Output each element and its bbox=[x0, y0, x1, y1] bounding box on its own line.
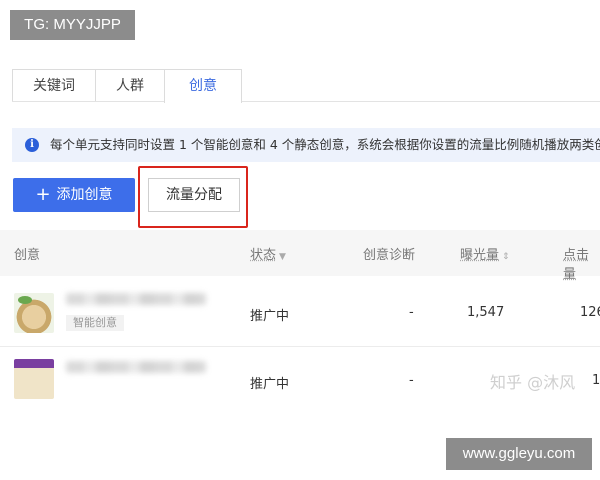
tab-audience[interactable]: 人群 bbox=[95, 69, 165, 101]
tab-bar: 关键词 人群 创意 bbox=[12, 69, 600, 103]
smart-creative-tag: 智能创意 bbox=[66, 315, 124, 331]
plus-icon: + bbox=[35, 184, 51, 205]
tab-divider bbox=[12, 101, 600, 102]
add-creative-button[interactable]: + 添加创意 bbox=[13, 178, 135, 212]
table-header: 创意 状态 ▼ 创意诊断 曝光量 ⇕ 点击量 bbox=[0, 230, 600, 282]
clicks-cell: 1 bbox=[592, 373, 600, 388]
filter-icon[interactable]: ▼ bbox=[279, 252, 286, 262]
add-creative-label: 添加创意 bbox=[56, 187, 113, 203]
sort-icon[interactable]: ⇕ bbox=[502, 252, 510, 262]
creative-title-blurred bbox=[66, 361, 206, 373]
watermark-top: TG: MYYJJPP bbox=[10, 10, 135, 40]
zhihu-watermark: 知乎 @沐风 bbox=[490, 373, 576, 392]
table-row: 智能创意 推广中 - 1,547 126 bbox=[0, 277, 600, 347]
header-status[interactable]: 状态 ▼ bbox=[250, 244, 286, 263]
highlight-box bbox=[138, 166, 248, 228]
status-cell: 推广中 bbox=[250, 309, 290, 324]
watermark-bottom: www.ggleyu.com bbox=[446, 438, 592, 470]
diagnosis-cell: - bbox=[409, 305, 414, 320]
clicks-cell: 126 bbox=[580, 305, 600, 320]
impressions-cell: 1,547 bbox=[467, 305, 505, 320]
header-creative: 创意 bbox=[14, 248, 41, 263]
info-icon: i bbox=[25, 138, 39, 152]
creative-thumbnail[interactable] bbox=[14, 359, 54, 399]
header-impressions[interactable]: 曝光量 ⇕ bbox=[460, 244, 510, 263]
diagnosis-cell: - bbox=[409, 373, 414, 388]
creative-thumbnail[interactable] bbox=[14, 293, 54, 333]
info-text: 每个单元支持同时设置 1 个智能创意和 4 个静态创意，系统会根据你设置的流量比… bbox=[50, 137, 600, 152]
tab-creative[interactable]: 创意 bbox=[164, 69, 242, 103]
header-diagnosis: 创意诊断 bbox=[363, 248, 416, 263]
status-cell: 推广中 bbox=[250, 377, 290, 392]
creative-title-blurred bbox=[66, 293, 206, 305]
info-banner: i 每个单元支持同时设置 1 个智能创意和 4 个静态创意，系统会根据你设置的流… bbox=[12, 128, 600, 162]
tab-keywords[interactable]: 关键词 bbox=[12, 69, 96, 101]
